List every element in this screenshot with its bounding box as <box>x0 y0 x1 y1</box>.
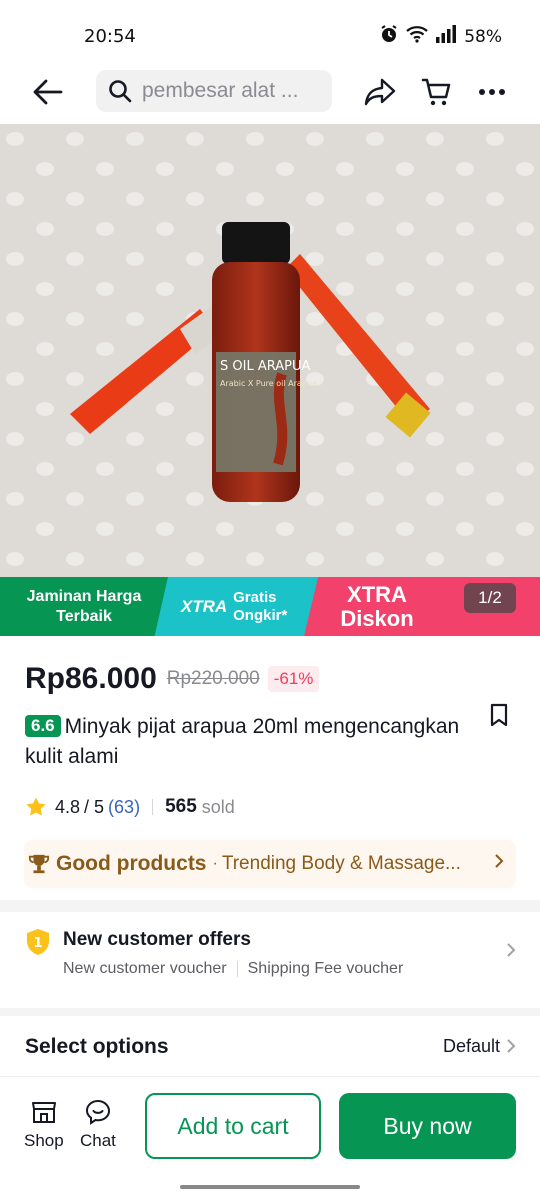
sold-label: sold <box>201 796 235 817</box>
rating-count: (63) <box>108 796 141 817</box>
bottle-label-subtitle: Arabic X Pure oil Arapua <box>220 379 317 388</box>
sold-count: 565 <box>165 796 197 817</box>
discount-badge: -61% <box>267 666 320 692</box>
chat-button[interactable]: Chat <box>80 1099 116 1151</box>
selected-option-value: Default <box>442 1036 500 1056</box>
offers-list: New customer voucher Shipping Fee vouche… <box>63 960 403 978</box>
xtra-discount-label: XTRA Diskon <box>340 581 414 631</box>
wifi-icon <box>406 25 428 48</box>
good-products-separator: · <box>212 855 218 872</box>
bottle-label-title: S OIL ARAPUA <box>220 359 310 374</box>
rating-score: 4.8 <box>55 796 81 817</box>
search-icon <box>109 80 132 103</box>
bookmark-button[interactable] <box>484 700 514 730</box>
new-customer-offers[interactable]: 1 New customer offers New customer vouch… <box>0 912 540 1008</box>
offer-shipping-voucher: Shipping Fee voucher <box>247 960 404 977</box>
product-photo: S OIL ARAPUA Arabic X Pure oil Arapua <box>0 124 540 636</box>
chat-label: Chat <box>80 1131 116 1150</box>
section-divider <box>0 1008 540 1016</box>
current-price: Rp86.000 <box>25 662 157 695</box>
promo-banner[interactable]: XTRA Gratis Ongkir* Jaminan Harga Terbai… <box>0 577 540 636</box>
rating-row[interactable]: 4.8 / 5 (63) 565 sold <box>25 796 235 818</box>
shop-label: Shop <box>24 1131 64 1150</box>
battery-percent: 58% <box>464 26 502 47</box>
shop-button[interactable]: Shop <box>24 1099 64 1151</box>
top-nav: pembesar alat ... <box>0 62 540 122</box>
more-icon <box>479 89 505 95</box>
select-options-label: Select options <box>25 1035 169 1058</box>
trophy-icon <box>28 854 50 874</box>
promo-best-price: Jaminan Harga Terbaik <box>0 577 168 636</box>
product-title-text: Minyak pijat arapua 20ml mengencangkan k… <box>25 715 460 768</box>
buy-now-button[interactable]: Buy now <box>339 1093 516 1159</box>
alarm-icon <box>379 24 399 49</box>
chat-icon <box>85 1099 110 1125</box>
signal-icon <box>435 25 457 48</box>
rating-out-of: / 5 <box>84 796 105 817</box>
original-price: Rp220.000 <box>166 668 260 689</box>
select-options-row[interactable]: Select options Default <box>0 1016 540 1076</box>
status-icons: 58% <box>379 24 502 49</box>
chevron-right-icon <box>506 1038 516 1059</box>
divider <box>152 799 154 815</box>
good-products-subtitle: Trending Body & Massage... <box>221 853 461 874</box>
shield-badge-icon: 1 <box>27 929 49 955</box>
back-arrow-icon <box>33 79 63 105</box>
image-page-indicator: 1/2 <box>464 583 516 613</box>
good-products-title: Good products <box>56 852 207 875</box>
shop-icon <box>31 1102 56 1123</box>
add-to-cart-button[interactable]: Add to cart <box>145 1093 321 1159</box>
search-query: pembesar alat ... <box>142 79 299 102</box>
chevron-right-icon <box>494 853 504 874</box>
back-button[interactable] <box>30 74 66 110</box>
bottom-action-bar: Shop Chat Add to cart Buy now <box>0 1076 540 1200</box>
xtra-label: XTRA <box>180 596 228 616</box>
offer-badge-number: 1 <box>33 936 42 951</box>
section-divider <box>0 900 540 912</box>
event-badge: 6.6 <box>25 715 61 737</box>
product-title: 6.6 Minyak pijat arapua 20ml mengencangka… <box>25 712 475 772</box>
product-image[interactable]: S OIL ARAPUA Arabic X Pure oil Arapua <box>0 124 540 636</box>
promo-free-shipping: XTRA Gratis Ongkir* <box>152 577 322 636</box>
home-indicator[interactable] <box>180 1185 360 1189</box>
search-input[interactable]: pembesar alat ... <box>96 70 332 112</box>
share-button[interactable] <box>362 74 398 110</box>
share-icon <box>364 78 396 106</box>
status-bar: 20:54 58% <box>0 0 540 62</box>
cart-icon <box>421 78 451 106</box>
cart-button[interactable] <box>418 74 454 110</box>
star-icon <box>26 797 46 816</box>
price-row: Rp86.000 Rp220.000 -61% <box>25 662 320 696</box>
chevron-right-icon <box>506 942 516 963</box>
more-button[interactable] <box>474 74 510 110</box>
divider <box>236 961 238 977</box>
status-time: 20:54 <box>84 26 136 47</box>
best-price-label: Jaminan Harga Terbaik <box>26 587 142 625</box>
offers-title: New customer offers <box>63 929 251 950</box>
good-products-banner[interactable]: Good products · Trending Body & Massage.… <box>24 840 516 888</box>
offer-new-customer-voucher: New customer voucher <box>63 960 227 977</box>
free-shipping-label: Gratis Ongkir* <box>233 588 288 624</box>
bookmark-icon <box>490 703 508 727</box>
